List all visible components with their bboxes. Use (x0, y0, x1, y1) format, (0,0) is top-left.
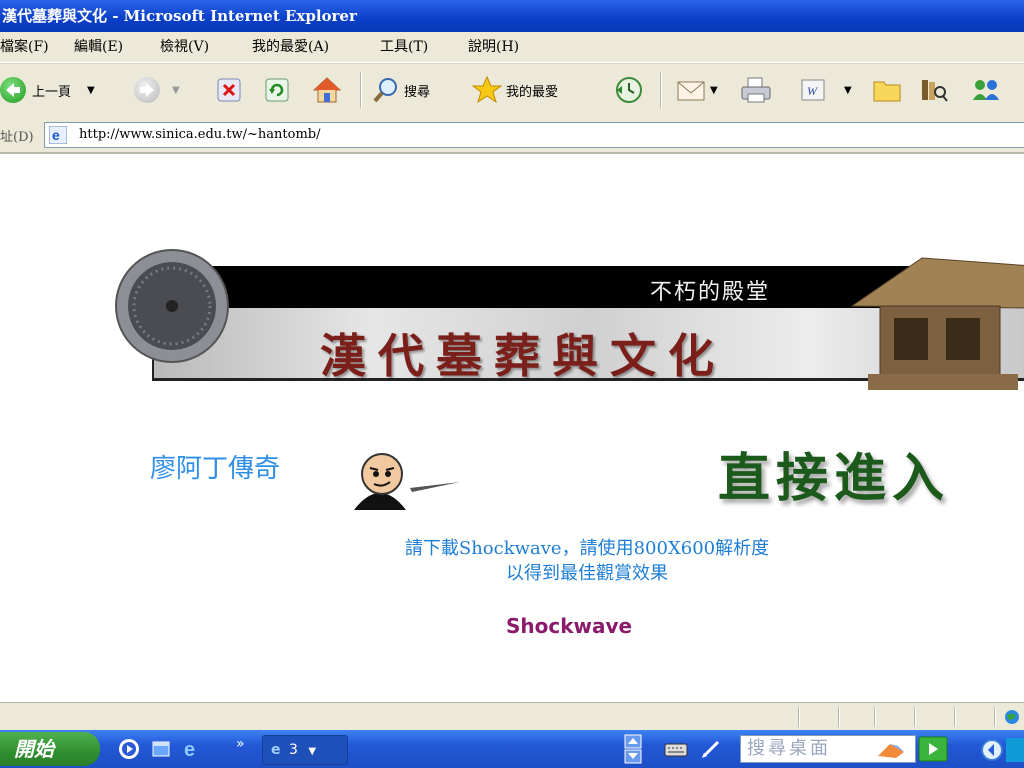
status-divider (914, 707, 916, 727)
site-banner: 不朽的殿堂 漢代墓葬與文化 (102, 248, 1024, 400)
keyboard-icon[interactable] (664, 740, 688, 758)
discuss-button[interactable] (872, 74, 902, 106)
menu-help[interactable]: 說明(H) (468, 32, 519, 62)
enter-site-link[interactable]: 直接進入 (718, 436, 950, 511)
history-button[interactable] (614, 74, 644, 106)
shockwave-download-link[interactable]: Shockwave (506, 614, 632, 638)
pen-icon[interactable] (700, 738, 722, 760)
refresh-button[interactable] (264, 74, 290, 106)
status-divider (838, 707, 840, 727)
page-content: 不朽的殿堂 漢代墓葬與文化 廖阿丁傳奇 直接進入 請下載Shockwave，請使… (0, 154, 1024, 702)
menu-view[interactable]: 檢視(V) (160, 32, 209, 62)
toolbar-separator (360, 72, 362, 108)
liao-legend-link[interactable]: 廖阿丁傳奇 (150, 448, 280, 485)
ie-taskbar-group-button[interactable]: e 3 ▼ (262, 735, 348, 765)
ie-page-icon: e (49, 126, 67, 144)
word-edit-icon: W (801, 79, 825, 101)
taskbar-scroll-arrows-icon[interactable] (624, 734, 642, 764)
internet-zone-globe-icon (1005, 710, 1019, 724)
menu-file[interactable]: 檔案(F) (0, 32, 49, 62)
banner-subtitle: 不朽的殿堂 (650, 280, 771, 305)
back-dropdown-icon[interactable]: ▼ (87, 85, 95, 96)
toolbar-separator (660, 72, 662, 108)
status-divider (874, 707, 876, 727)
search-label: 搜尋 (404, 84, 431, 100)
media-player-icon[interactable] (118, 738, 140, 760)
history-icon (616, 77, 642, 103)
address-input[interactable]: e http://www.sinica.edu.tw/~hantomb/ (44, 122, 1024, 148)
address-url: http://www.sinica.edu.tw/~hantomb/ (79, 127, 321, 142)
research-books-icon (922, 80, 948, 102)
home-icon (312, 77, 342, 103)
stop-icon (217, 78, 241, 102)
edit-dropdown-icon[interactable]: ▼ (844, 85, 852, 96)
start-label: 開始 (14, 737, 54, 761)
mail-button[interactable]: ▼ (676, 74, 718, 106)
search-button[interactable]: 搜尋 (372, 74, 430, 106)
window-title: 漢代墓葬與文化 - Microsoft Internet Explorer (2, 7, 357, 25)
quicklaunch-overflow-icon[interactable]: » (236, 736, 245, 752)
status-divider (798, 707, 800, 727)
print-button[interactable] (740, 74, 772, 106)
banner-title: 漢代墓葬與文化 (320, 329, 726, 383)
research-button[interactable] (918, 74, 948, 106)
menu-bar: 檔案(F) 編輯(E) 檢視(V) 我的最愛(A) 工具(T) 說明(H) (0, 32, 1024, 63)
mail-dropdown-icon[interactable]: ▼ (710, 85, 718, 96)
star-icon (472, 76, 502, 104)
ie-quicklaunch-icon[interactable]: e (182, 738, 204, 760)
taskbar-group-dropdown-icon: ▼ (308, 746, 317, 757)
search-arrow-icon[interactable] (876, 738, 906, 760)
messenger-button[interactable] (970, 74, 1004, 106)
monk-character-icon[interactable] (350, 446, 462, 510)
back-arrow-icon (0, 77, 26, 103)
folder-icon (873, 81, 901, 102)
search-magnifier-icon (373, 78, 397, 103)
favorites-button[interactable]: 我的最愛 (472, 74, 558, 106)
address-bar: 址(D) e http://www.sinica.edu.tw/~hantomb… (0, 118, 1024, 154)
toolbar: 上一頁 ▼ ▼ 搜尋 我的最愛 ▼ W ▼ (0, 63, 1024, 119)
printer-icon (741, 77, 771, 103)
svg-text:e: e (52, 127, 60, 143)
home-button[interactable] (312, 74, 342, 106)
forward-button[interactable]: ▼ (134, 74, 180, 106)
messenger-people-icon (973, 80, 999, 100)
back-button[interactable]: 上一頁 ▼ (0, 74, 95, 106)
refresh-icon (265, 78, 289, 102)
back-label: 上一頁 (32, 84, 72, 100)
window-title-bar[interactable]: 漢代墓葬與文化 - Microsoft Internet Explorer (0, 0, 1024, 32)
note-line-2: 以得到最佳觀賞效果 (506, 563, 668, 584)
desktop-search-placeholder: 搜尋桌面 (747, 738, 831, 759)
svg-text:W: W (807, 84, 818, 98)
status-divider (954, 707, 956, 727)
status-divider (994, 707, 996, 727)
address-label: 址(D) (0, 130, 34, 145)
status-bar (0, 702, 1024, 731)
tray-expand-icon[interactable] (980, 738, 1024, 762)
mail-icon (677, 81, 705, 101)
menu-edit[interactable]: 編輯(E) (74, 32, 123, 62)
svg-text:e: e (184, 739, 195, 760)
show-desktop-icon[interactable] (150, 738, 172, 760)
forward-dropdown-icon[interactable]: ▼ (172, 85, 180, 96)
start-button[interactable]: 開始 (0, 732, 100, 766)
stop-button[interactable] (216, 74, 242, 106)
search-go-button-icon[interactable] (918, 736, 948, 762)
bronze-disc-icon (115, 249, 229, 363)
browser-requirements-note: 請下載Shockwave，請使用800X600解析度 以得到最佳觀賞效果 (0, 536, 1024, 586)
edit-button[interactable]: W ▼ (800, 74, 852, 106)
pottery-house-icon (850, 257, 1024, 390)
ie-taskbar-icon: e (271, 742, 281, 758)
menu-tools[interactable]: 工具(T) (380, 32, 428, 62)
favorites-label: 我的最愛 (506, 84, 559, 100)
menu-favorites[interactable]: 我的最愛(A) (252, 32, 329, 62)
taskbar: 開始 e » e 3 ▼ 搜尋桌面 (0, 730, 1024, 768)
forward-arrow-icon (134, 77, 160, 103)
ie-window-count: 3 (288, 742, 298, 758)
note-line-1: 請下載Shockwave，請使用800X600解析度 (404, 538, 770, 559)
